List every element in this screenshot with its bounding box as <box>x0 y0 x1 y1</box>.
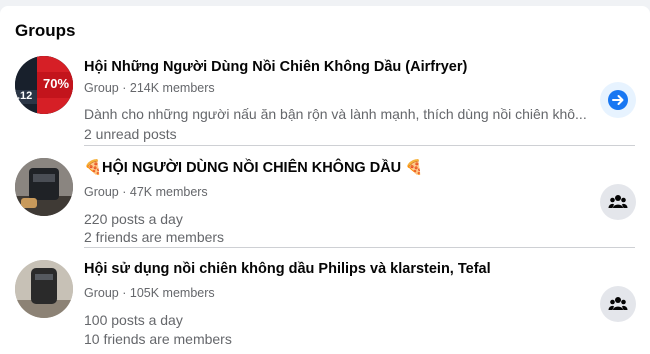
posts-per-day: 220 posts a day <box>84 211 183 227</box>
join-group-icon <box>608 195 628 208</box>
avatar-badge-text: 70% <box>43 76 70 91</box>
avatar-small-text: .12 <box>17 90 33 102</box>
friends-members: 10 friends are members <box>84 331 232 347</box>
group-member-count: 47K members <box>129 185 208 199</box>
groups-results-card: Groups 70% .12 Hội Những Người Dùng Nồi … <box>0 6 650 354</box>
group-result-3[interactable]: Hội sử dụng nồi chiên không dầu Philips … <box>0 248 650 354</box>
group-member-count: 214K members <box>129 81 215 95</box>
arrow-right-icon <box>608 90 628 110</box>
group-meta: Group · 214K members <box>84 81 215 95</box>
group-meta: Group · 105K members <box>84 286 215 300</box>
group-avatar[interactable] <box>15 260 73 318</box>
meta-separator: · <box>122 81 130 95</box>
group-type: Group <box>84 286 119 300</box>
unread-posts: 2 unread posts <box>84 126 177 142</box>
friends-members: 2 friends are members <box>84 229 225 245</box>
group-description: Dành cho những người nấu ăn bận rộn và l… <box>84 106 587 122</box>
meta-separator: · <box>122 286 130 300</box>
group-name[interactable]: 🍕HỘI NGƯỜI DÙNG NỒI CHIÊN KHÔNG DẦU 🍕 <box>84 159 423 176</box>
group-result-2[interactable]: 🍕HỘI NGƯỜI DÙNG NỒI CHIÊN KHÔNG DẦU 🍕 Gr… <box>0 146 650 246</box>
group-type: Group <box>84 185 119 199</box>
group-name[interactable]: Hội Những Người Dùng Nồi Chiên Không Dầu… <box>84 59 467 75</box>
group-name[interactable]: Hội sử dụng nồi chiên không dầu Philips … <box>84 261 491 277</box>
join-group-button[interactable] <box>600 286 636 322</box>
view-group-button[interactable] <box>600 82 636 118</box>
posts-per-day: 100 posts a day <box>84 312 183 328</box>
meta-separator: · <box>122 185 130 199</box>
group-member-count: 105K members <box>129 286 215 300</box>
group-result-1[interactable]: 70% .12 Hội Những Người Dùng Nồi Chiên K… <box>0 6 650 146</box>
group-avatar[interactable]: 70% .12 <box>15 56 73 114</box>
join-group-button[interactable] <box>600 184 636 220</box>
group-type: Group <box>84 81 119 95</box>
group-meta: Group · 47K members <box>84 185 208 199</box>
group-avatar[interactable] <box>15 158 73 216</box>
join-group-icon <box>608 297 628 310</box>
